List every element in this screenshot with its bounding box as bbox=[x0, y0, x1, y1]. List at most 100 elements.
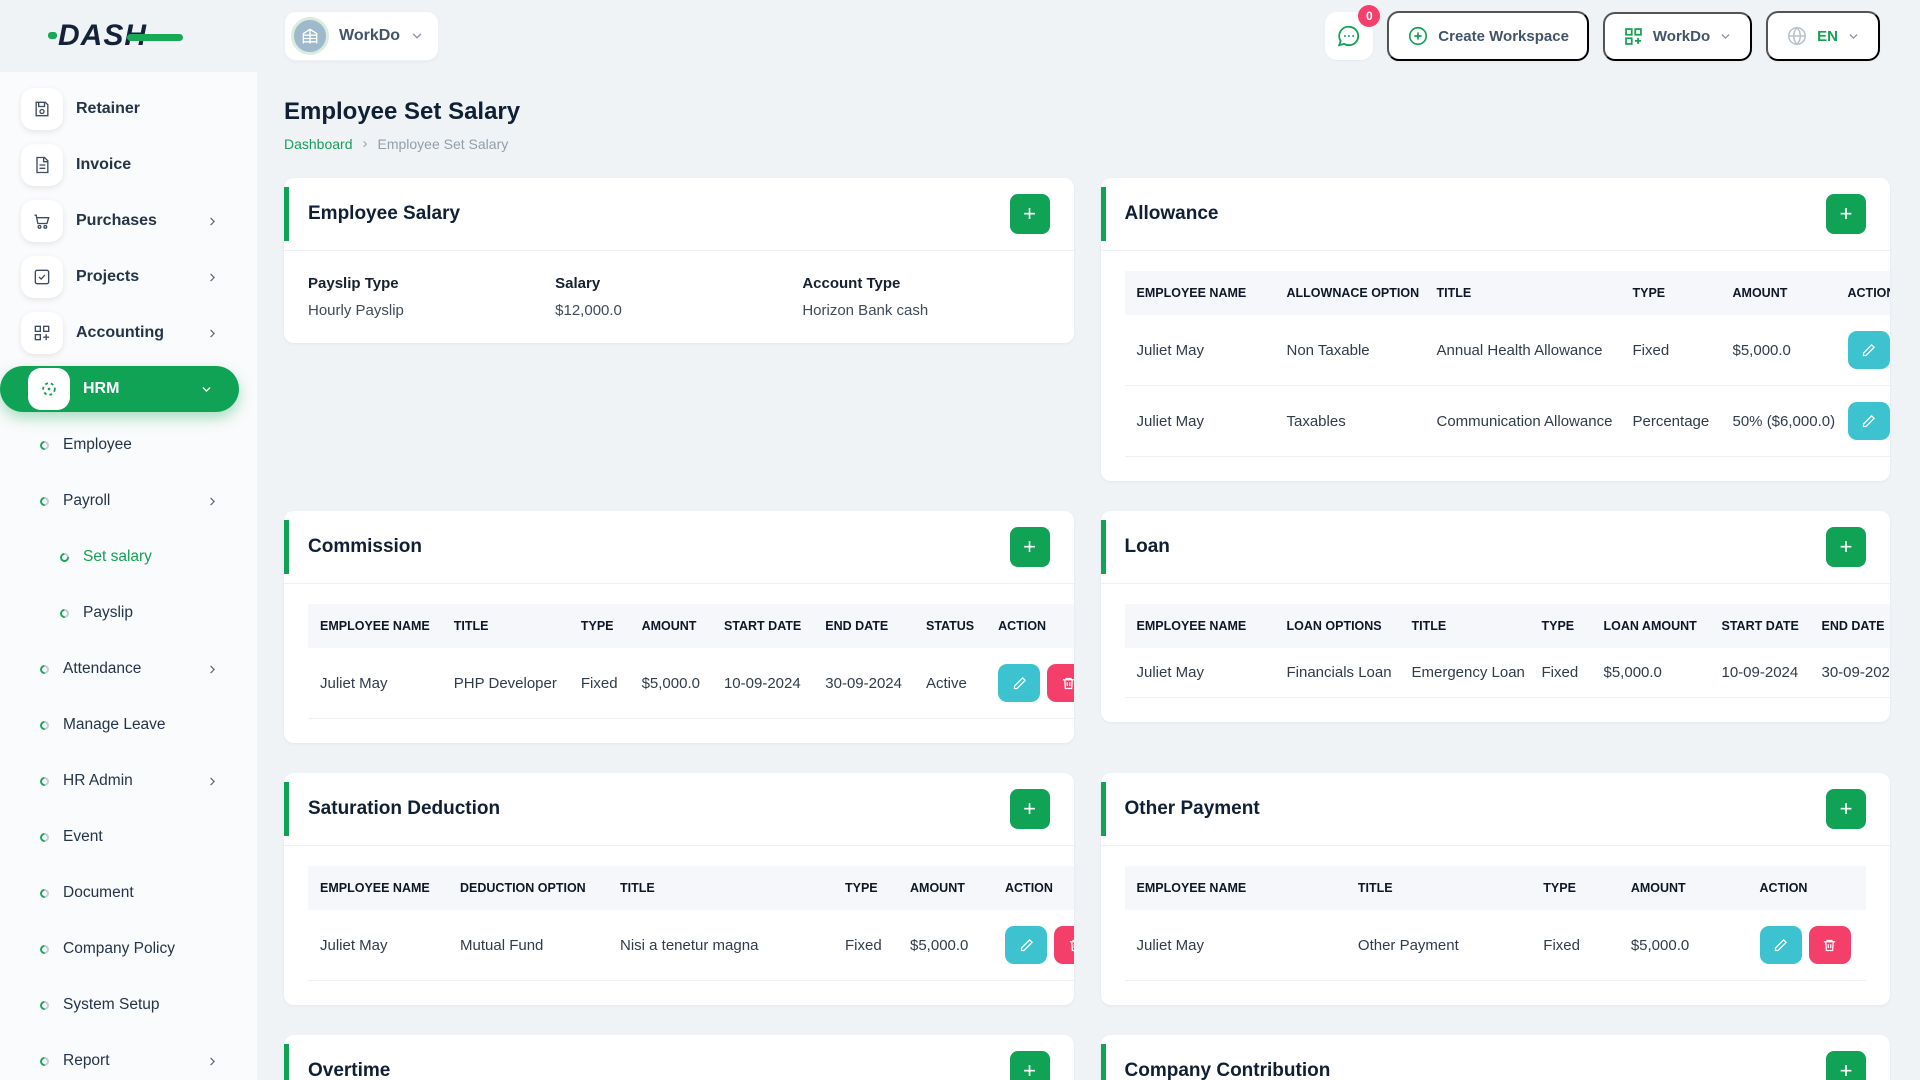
sidebar-item-accounting[interactable]: Accounting bbox=[0, 310, 245, 356]
saturation-deduction-card: Saturation Deduction + EMPLOYEE NAME DED… bbox=[284, 773, 1074, 1005]
column-header: LOAN OPTIONS bbox=[1274, 604, 1400, 648]
topbar: DASH WorkDo 0 Create Workspace WorkDo EN bbox=[0, 0, 1920, 72]
allowance-add-button[interactable]: + bbox=[1826, 194, 1866, 234]
cell: Juliet May bbox=[1124, 315, 1275, 386]
sidebar-item-hr-admin[interactable]: HR Admin bbox=[0, 758, 245, 804]
loan-card: Loan + EMPLOYEE NAME LOAN OPTIONS TITLE … bbox=[1100, 511, 1890, 722]
edit-button[interactable] bbox=[1005, 926, 1047, 964]
edit-button[interactable] bbox=[1847, 402, 1890, 440]
sidebar-item-invoice[interactable]: Invoice bbox=[0, 142, 245, 188]
company-contribution-add-button[interactable]: + bbox=[1826, 1051, 1866, 1080]
create-workspace-label: Create Workspace bbox=[1438, 27, 1569, 45]
field-payslip-type: Payslip Type Hourly Payslip bbox=[308, 275, 555, 319]
overtime-card: Overtime + bbox=[284, 1035, 1074, 1080]
action-cell bbox=[1835, 385, 1890, 457]
sidebar-item-retainer[interactable]: Retainer bbox=[0, 86, 245, 132]
chevron-down-icon bbox=[1847, 30, 1860, 43]
bullet-icon bbox=[38, 1054, 51, 1068]
sidebar-item-projects[interactable]: Projects bbox=[0, 254, 245, 300]
workspace-menu-label: WorkDo bbox=[1652, 27, 1711, 45]
building-icon bbox=[302, 28, 318, 44]
edit-button[interactable] bbox=[1759, 926, 1802, 964]
field-account-type: Account Type Horizon Bank cash bbox=[802, 275, 1049, 319]
employee-salary-card: Employee Salary + Payslip Type Hourly Pa… bbox=[284, 178, 1074, 343]
field-label: Account Type bbox=[802, 275, 901, 292]
loan-add-button[interactable]: + bbox=[1826, 527, 1866, 567]
bullet-icon bbox=[38, 886, 51, 900]
allowance-table: EMPLOYEE NAME ALLOWNACE OPTION TITLE TYP… bbox=[1124, 271, 1890, 457]
action-cell bbox=[1747, 910, 1866, 981]
delete-button[interactable] bbox=[1808, 926, 1851, 964]
sidebar-item-company-policy[interactable]: Company Policy bbox=[0, 926, 245, 972]
overtime-add-button[interactable]: + bbox=[1009, 1051, 1050, 1080]
commission-table-wrap: EMPLOYEE NAME TITLE TYPE AMOUNT START DA… bbox=[284, 584, 1074, 743]
table-row: Juliet May Other Payment Fixed $5,000.0 bbox=[1124, 910, 1866, 981]
cell: 50% ($6,000.0) bbox=[1720, 385, 1836, 457]
sidebar-item-payslip[interactable]: Payslip bbox=[0, 590, 245, 636]
messages-button[interactable]: 0 bbox=[1325, 5, 1381, 60]
column-header: TYPE bbox=[1531, 866, 1619, 910]
sidebar-item-document[interactable]: Document bbox=[0, 870, 245, 916]
sidebar-item-manage-leave[interactable]: Manage Leave bbox=[0, 702, 245, 748]
commission-add-button[interactable]: + bbox=[1009, 527, 1050, 567]
column-header: TYPE bbox=[1529, 604, 1592, 648]
plus-icon: + bbox=[1839, 201, 1853, 226]
trash-icon bbox=[1823, 939, 1836, 951]
sidebar-item-payroll[interactable]: Payroll bbox=[0, 478, 245, 524]
other-payment-header: Other Payment + bbox=[1100, 773, 1890, 846]
cell: $5,000.0 bbox=[1591, 648, 1710, 698]
cell: $5,000.0 bbox=[629, 648, 712, 719]
card-title: Allowance bbox=[1124, 203, 1219, 224]
column-header: TYPE bbox=[833, 866, 898, 910]
sidebar-item-employee[interactable]: Employee bbox=[0, 422, 245, 468]
column-header: AMOUNT bbox=[629, 604, 712, 648]
plus-icon: + bbox=[1023, 201, 1036, 226]
app-logo[interactable]: DASH bbox=[0, 19, 257, 53]
card-title: Company Contribution bbox=[1124, 1060, 1331, 1080]
card-title: Employee Salary bbox=[308, 203, 461, 224]
other-payment-add-button[interactable]: + bbox=[1826, 789, 1866, 829]
workspace-menu-button[interactable]: WorkDo bbox=[1602, 11, 1753, 61]
create-workspace-button[interactable]: Create Workspace bbox=[1387, 11, 1589, 61]
edit-button[interactable] bbox=[998, 664, 1041, 702]
field-value: $12,000.0 bbox=[555, 302, 622, 319]
cell: Non Taxable bbox=[1274, 315, 1425, 386]
chevron-right-icon bbox=[206, 495, 219, 508]
bullet-icon bbox=[58, 550, 71, 564]
sidebar-item-purchases[interactable]: Purchases bbox=[0, 198, 245, 244]
bullet-icon bbox=[38, 830, 51, 844]
breadcrumb-dashboard-link[interactable]: Dashboard bbox=[284, 136, 353, 152]
column-header: EMPLOYEE NAME bbox=[308, 604, 442, 648]
company-contribution-card: Company Contribution + bbox=[1100, 1035, 1890, 1080]
workspace-avatar bbox=[291, 17, 329, 55]
column-header: START DATE bbox=[711, 604, 814, 648]
sidebar-item-report[interactable]: Report bbox=[0, 1038, 245, 1080]
other-payment-table-wrap: EMPLOYEE NAME TITLE TYPE AMOUNT ACTION J… bbox=[1101, 846, 1891, 1005]
cell: 30-09-2024 bbox=[1809, 648, 1890, 698]
sidebar-item-event[interactable]: Event bbox=[0, 814, 245, 860]
retainer-icon bbox=[21, 88, 63, 130]
sidebar-item-system-setup[interactable]: System Setup bbox=[0, 982, 245, 1028]
loan-header: Loan + bbox=[1100, 511, 1890, 584]
sidebar-item-hrm[interactable]: HRM bbox=[0, 366, 239, 412]
cell: Juliet May bbox=[308, 648, 442, 719]
table-row: Juliet May Non Taxable Annual Health All… bbox=[1124, 315, 1890, 386]
sidebar-item-set-salary[interactable]: Set salary bbox=[0, 534, 245, 580]
delete-button[interactable] bbox=[1047, 664, 1074, 702]
breadcrumb: Dashboard › Employee Set Salary bbox=[284, 135, 1890, 152]
cell: Emergency Loan bbox=[1399, 648, 1530, 698]
column-header: START DATE bbox=[1709, 604, 1810, 648]
employee-salary-add-button[interactable]: + bbox=[1009, 194, 1050, 234]
trash-icon bbox=[1062, 677, 1074, 689]
language-button[interactable]: EN bbox=[1766, 11, 1880, 61]
cell: Juliet May bbox=[1124, 910, 1346, 981]
chevron-right-icon bbox=[206, 775, 219, 788]
sidebar-item-attendance[interactable]: Attendance bbox=[0, 646, 245, 692]
column-header: AMOUNT bbox=[1720, 271, 1836, 315]
delete-button[interactable] bbox=[1054, 926, 1074, 964]
edit-button[interactable] bbox=[1847, 331, 1890, 369]
workspace-selector[interactable]: WorkDo bbox=[284, 11, 440, 61]
saturation-deduction-add-button[interactable]: + bbox=[1009, 789, 1050, 829]
messages-badge: 0 bbox=[1358, 5, 1381, 27]
main-content: Employee Set Salary Dashboard › Employee… bbox=[257, 72, 1920, 1080]
